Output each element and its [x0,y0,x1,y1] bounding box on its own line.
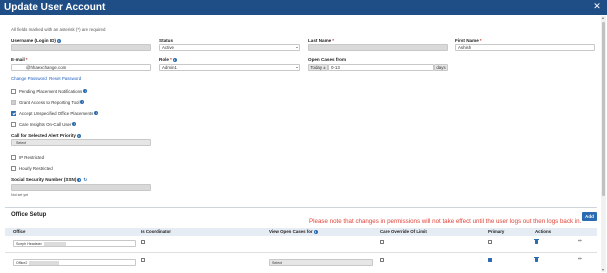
info-icon[interactable]: i [72,122,77,127]
grant-reporting-label: Grant Access to Reporting Tool i [19,99,85,105]
accept-unspecified-label: Accept Unspecified Office Placements i [19,110,99,116]
role-select[interactable]: Admin1 [159,64,300,71]
info-icon[interactable]: i [76,133,81,138]
open-cases-input[interactable]: 0-13 [328,64,434,71]
hourly-restricted-checkbox[interactable] [11,166,16,171]
accept-unspecified-checkbox[interactable] [11,111,16,116]
pending-placement-checkbox[interactable] [11,89,16,94]
scroll-thumb[interactable] [602,22,605,196]
care-insights-checkbox[interactable] [11,122,16,127]
window-title: Update User Account [4,2,106,13]
trash-icon[interactable] [534,256,540,263]
info-icon[interactable]: i [80,100,85,105]
ssn-field[interactable] [11,184,151,191]
col-view-open-cases: View Open Cases for i [269,229,318,234]
office-row-2-coordinator-checkbox[interactable] [141,258,145,262]
care-insights-label: Care Insights On-Call User i [19,121,77,127]
required-note: All fields marked with an asterisk (*) a… [11,27,106,32]
ssn-label: Social Security Number (SSN) i ↻ [11,177,88,183]
status-select[interactable]: Active [159,44,300,51]
role-label: Role* i [159,57,177,62]
trash-icon[interactable] [534,238,540,245]
ip-restricted-label: IP Restricted [19,154,45,160]
office-row-2-view-open-cases-select[interactable]: Select [269,259,373,266]
col-care-override: Care Override Of Limit [380,229,427,234]
office-row-1-office-field[interactable]: Sceph Headster [13,240,136,247]
office-setup-title: Office Setup [11,212,47,218]
scroll-down-icon[interactable] [602,269,604,271]
title-bar: Update User Account ✕ [0,0,607,15]
ssn-hint: Not set yet [11,193,29,197]
scroll-up-icon[interactable] [602,17,604,19]
office-row-1-care-override-checkbox[interactable] [380,240,384,244]
office-row-1-primary-checkbox[interactable] [488,240,492,244]
today-addon: Today ± [308,64,328,71]
alert-priority-select[interactable]: Select [11,139,151,146]
info-icon[interactable]: i [172,57,177,62]
close-icon[interactable]: ✕ [592,2,602,12]
vertical-scrollbar[interactable] [601,16,606,272]
col-primary: Primary [488,229,505,234]
section-divider [5,207,597,208]
info-icon[interactable]: i [56,38,61,43]
office-row-1-coordinator-checkbox[interactable] [141,240,145,244]
change-password-link[interactable]: Change Password [11,76,47,81]
info-icon[interactable]: i [313,229,318,234]
add-office-button[interactable]: Add [582,212,597,221]
grant-reporting-checkbox [11,100,16,105]
expand-icon[interactable]: ⇔ [578,239,582,245]
chevron-down-icon [295,47,298,49]
last-name-field[interactable] [308,44,448,51]
info-icon[interactable]: i [94,111,99,116]
office-row-2-care-override-checkbox[interactable] [380,258,384,262]
ip-restricted-checkbox[interactable] [11,155,16,160]
hourly-restricted-label: Hourly Restricted [19,165,53,171]
email-label: E-mail* [11,57,28,62]
row-divider [5,252,597,253]
chevron-down-icon [295,67,298,69]
col-actions: Actions [535,229,552,234]
email-field[interactable]: @hhaexchange.com [11,64,151,71]
info-icon[interactable]: i [83,89,88,94]
office-table-header: Office Is Coordinator View Open Cases fo… [5,228,597,236]
info-icon[interactable]: i [77,177,82,182]
permissions-notice: Please note that changes in permissions … [309,218,582,225]
pending-placement-label: Pending Placement Notifications i [19,88,88,94]
office-row-2-office-field[interactable]: Office2 [13,259,136,266]
office-row-2-primary-checkbox[interactable] [488,258,492,262]
first-name-field[interactable]: Ashish [455,44,595,51]
reset-password-link[interactable]: Reset Password [49,76,81,81]
open-cases-label: Open Cases from [308,57,347,62]
password-links: Change Password Reset Password [11,76,81,82]
expand-icon[interactable]: ⇔ [578,257,582,263]
username-field[interactable] [11,44,151,51]
days-addon: days [434,64,448,71]
col-is-coordinator: Is Coordinator [141,229,172,234]
col-office: Office [13,229,26,234]
refresh-icon[interactable]: ↻ [83,178,87,183]
